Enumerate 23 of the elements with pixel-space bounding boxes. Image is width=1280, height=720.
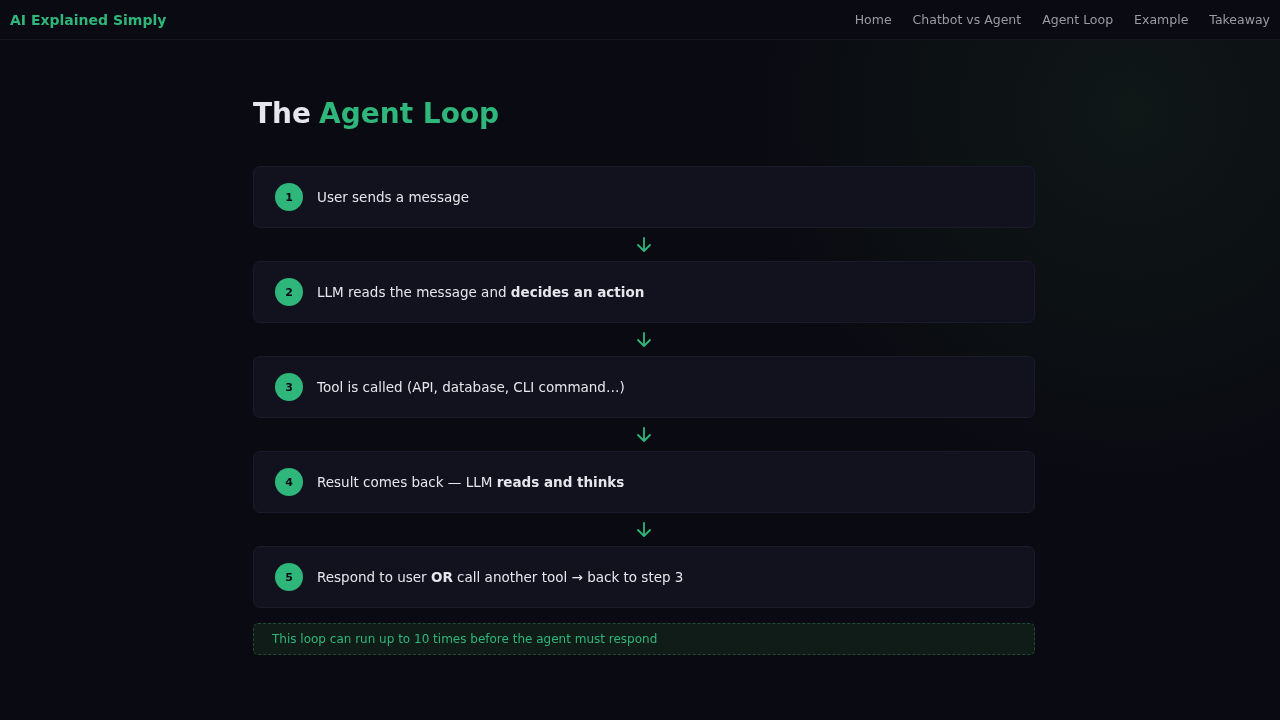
step-number: 2 <box>275 278 303 306</box>
down-arrow-icon <box>636 236 652 253</box>
down-arrow-icon <box>636 521 652 538</box>
nav-link[interactable]: Takeaway <box>1209 12 1270 27</box>
step-text: User sends a message <box>317 189 470 205</box>
step-text: Respond to user OR call another tool → back to step 3 <box>317 569 684 585</box>
down-arrow-icon <box>636 426 652 443</box>
nav-link[interactable]: Example <box>1134 12 1189 27</box>
nav-link[interactable]: Chatbot vs Agent <box>912 12 1022 27</box>
step-number: 1 <box>275 183 303 211</box>
down-arrow-icon <box>636 331 652 348</box>
step-number: 5 <box>275 563 303 591</box>
step-text: Result comes back — LLM reads and thinks <box>317 474 625 490</box>
step-text: Tool is called (API, database, CLI command…) <box>317 379 625 395</box>
section-title: The <box>253 97 312 130</box>
section-title-highlight: Agent Loop <box>319 97 500 130</box>
step-text: LLM reads the message and decides an action <box>317 284 645 300</box>
loop-note: This loop can run up to 10 times before the agent must respond <box>253 623 1035 655</box>
step-number: 3 <box>275 373 303 401</box>
step-number: 4 <box>275 468 303 496</box>
nav-link[interactable]: Home <box>854 12 892 27</box>
site-logo[interactable]: AI Explained Simply <box>10 11 167 28</box>
nav-link[interactable]: Agent Loop <box>1042 12 1114 27</box>
